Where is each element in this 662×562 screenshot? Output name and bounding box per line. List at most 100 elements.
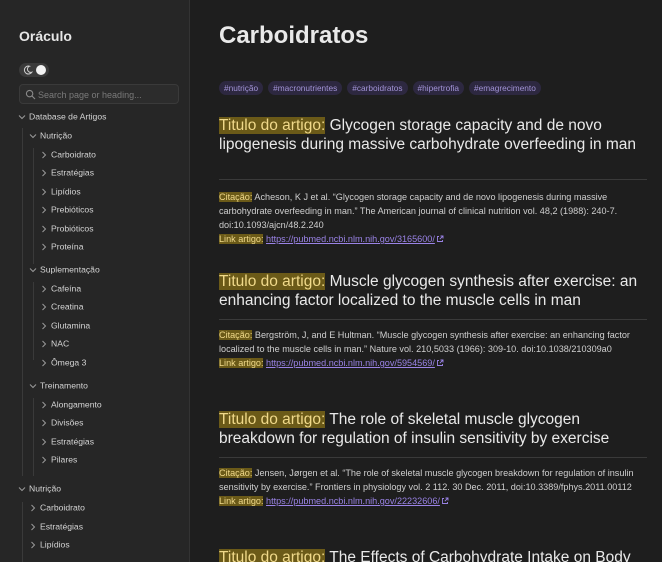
chevron-right-icon (42, 401, 47, 409)
article-link[interactable]: https://pubmed.ncbi.nlm.nih.gov/22232606… (266, 496, 440, 506)
search-input[interactable]: Search page or heading... (19, 84, 179, 104)
tag[interactable]: #nutrição (219, 81, 264, 95)
indent-guide (22, 502, 23, 562)
sidebar-item-label: Nutrição (40, 130, 72, 141)
chevron-right-icon (42, 359, 47, 367)
chevron-right-icon (42, 438, 47, 446)
sidebar-item-label: Suplementação (40, 264, 100, 275)
chevron-down-icon (29, 133, 37, 138)
sidebar-tree-item[interactable]: Estratégias (39, 436, 94, 454)
sidebar-tree-item[interactable]: Database de Artigos (17, 111, 106, 129)
chevron-right-icon (42, 419, 47, 427)
sidebar-tree-item[interactable]: Glutamina (39, 320, 90, 338)
sidebar-item-label: Treinamento (40, 380, 88, 391)
title-key: Titulo do artigo: (219, 549, 326, 562)
sidebar-tree-item[interactable]: Pilares (39, 454, 77, 472)
sidebar-tree-item[interactable]: Nutrição (17, 483, 61, 501)
sidebar-item-label: Estratégias (51, 436, 94, 447)
sidebar-item-label: Database de Artigos (29, 111, 107, 122)
sidebar: Oráculo Search page or heading... Databa… (0, 0, 190, 562)
indent-guide (33, 282, 34, 360)
article-link[interactable]: https://pubmed.ncbi.nlm.nih.gov/3165600/ (266, 234, 435, 244)
sidebar-tree-item[interactable]: Treinamento (28, 380, 88, 398)
sidebar-tree-item[interactable]: Proteína (39, 241, 84, 259)
chevron-down-icon (29, 383, 37, 388)
sidebar-item-label: Proteína (51, 241, 84, 252)
chevron-right-icon (42, 456, 47, 464)
indent-guide (33, 148, 34, 264)
search-placeholder: Search page or heading... (38, 90, 142, 100)
article-meta: Citação: Acheson, K J et al. “Glycogen s… (219, 190, 649, 246)
sidebar-item-label: Nutrição (29, 483, 61, 494)
chevron-right-icon (42, 169, 47, 177)
chevron-right-icon (42, 340, 47, 348)
title-key: Titulo do artigo: (219, 411, 326, 428)
tag[interactable]: #hipertrofia (412, 81, 465, 95)
chevron-right-icon (31, 523, 36, 531)
divider (219, 319, 647, 320)
sidebar-tree-item[interactable]: NAC (39, 338, 69, 356)
sidebar-tree-item[interactable]: Estratégias (28, 521, 83, 539)
tag[interactable]: #carboidratos (347, 81, 408, 95)
chevron-down-icon (29, 267, 37, 272)
chevron-right-icon (42, 151, 47, 159)
sidebar-tree-item[interactable]: Nutrição (28, 130, 72, 148)
sidebar-item-label: Estratégias (40, 521, 83, 532)
link-key: Link artigo: (219, 358, 264, 368)
sidebar-item-label: Lipídios (40, 539, 70, 550)
sidebar-tree-item[interactable]: Creatina (39, 301, 83, 319)
sidebar-tree-item[interactable]: Carboidrato (28, 502, 85, 520)
sidebar-tree-item[interactable]: Carboidrato (39, 149, 96, 167)
sidebar-tree-item[interactable]: Suplementação (28, 264, 100, 282)
sidebar-item-label: Ômega 3 (51, 357, 87, 368)
sidebar-item-label: Probióticos (51, 223, 94, 234)
title-value: The Effects of Carbohydrate Intake on Bo… (329, 549, 631, 562)
sidebar-item-label: Glutamina (51, 320, 91, 331)
sidebar-tree-item[interactable]: Lipídios (28, 539, 70, 557)
sidebar-item-label: Lipídios (51, 186, 81, 197)
chevron-right-icon (42, 303, 47, 311)
sidebar-tree-item[interactable]: Ômega 3 (39, 357, 86, 375)
sidebar-tree-item[interactable]: Lipídios (39, 186, 81, 204)
sidebar-item-label: Alongamento (51, 399, 102, 410)
sidebar-item-label: Prebióticos (51, 204, 94, 215)
external-link-icon (436, 235, 444, 242)
article-link[interactable]: https://pubmed.ncbi.nlm.nih.gov/5954569/ (266, 358, 435, 368)
sidebar-tree-item[interactable]: Divisões (39, 417, 83, 435)
sidebar-tree-item[interactable]: Probióticos (39, 223, 94, 241)
external-link-icon (441, 497, 449, 504)
article-meta: Citação: Bergström, J, and E Hultman. “M… (219, 328, 649, 370)
external-link-icon (436, 359, 444, 366)
sidebar-item-label: Carboidrato (40, 502, 85, 513)
citation-text: Bergström, J, and E Hultman. “Muscle gly… (219, 330, 630, 354)
toggle-knob (36, 65, 46, 75)
chevron-right-icon (42, 322, 47, 330)
chevron-right-icon (31, 504, 36, 512)
tag[interactable]: #emagrecimento (469, 81, 541, 95)
citation-text: Acheson, K J et al. “Glycogen storage ca… (219, 192, 618, 230)
chevron-right-icon (31, 541, 36, 549)
site-name[interactable]: Oráculo (19, 28, 72, 44)
theme-toggle[interactable] (19, 63, 49, 77)
citation-key: Citação: (219, 330, 253, 340)
citation-key: Citação: (219, 192, 253, 202)
indent-guide (22, 128, 23, 476)
link-key: Link artigo: (219, 234, 264, 244)
sidebar-tree-item[interactable]: Cafeína (39, 283, 81, 301)
article-title: Titulo do artigo: Glycogen storage capac… (219, 116, 649, 154)
divider (219, 457, 647, 458)
sidebar-tree-item[interactable]: Estratégias (39, 167, 94, 185)
sidebar-item-label: NAC (51, 338, 70, 349)
page-title: Carboidratos (219, 22, 369, 49)
sidebar-item-label: Carboidrato (51, 149, 96, 160)
chevron-down-icon (18, 114, 26, 119)
chevron-right-icon (42, 206, 47, 214)
sidebar-item-label: Pilares (51, 454, 78, 465)
tag[interactable]: #macronutrientes (268, 81, 343, 95)
article-meta: Citação: Jensen, Jørgen et al. “The role… (219, 466, 649, 508)
chevron-right-icon (42, 188, 47, 196)
sidebar-tree-item[interactable]: Alongamento (39, 399, 102, 417)
sidebar-item-label: Cafeína (51, 283, 82, 294)
divider (219, 179, 647, 180)
sidebar-tree-item[interactable]: Prebióticos (39, 204, 94, 222)
